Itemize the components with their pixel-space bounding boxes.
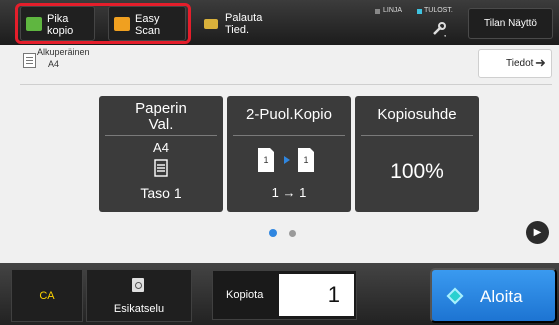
details-button[interactable]: Tiedot ➜ [478,49,552,78]
preview-icon [132,278,144,292]
copies-label: Kopiota [226,289,264,301]
copy-ratio-title: Kopiosuhde [377,106,457,123]
original-size: A4 [48,59,60,69]
copies-field[interactable]: Kopiota 1 [212,270,357,320]
line-status: LINJA [383,7,403,14]
divider [20,84,552,85]
original-document-icon [23,53,36,68]
start-icon [446,287,464,305]
tile-divider [361,135,473,136]
svg-text:1: 1 [303,155,308,165]
simplex-to-simplex-icon: 1 1 [258,148,314,172]
preview-button[interactable]: Esikatselu [86,269,192,322]
copy-ratio-value: 100% [390,160,444,183]
paper-size: A4 [153,140,169,155]
paper-tray-icon [154,159,168,177]
line-status-icon [375,9,380,14]
next-page-button[interactable]: ▶ [526,221,549,244]
retrieve-file-button[interactable]: Palauta Tied. [200,6,280,41]
duplex-mode: 1 → 1 [271,185,307,200]
paper-select-title: Paperin Val. [135,100,187,133]
clear-all-button[interactable]: CA [11,269,83,322]
wrench-icon[interactable] [431,21,447,37]
folder-icon [204,19,218,29]
svg-text:1: 1 [263,155,268,165]
duplex-copy-tile[interactable]: 2-Puol.Kopio 1 1 1 → 1 [227,96,351,212]
print-status-icon [417,9,422,14]
copy-screen: Pika kopio Easy Scan Palauta Tied. LINJA… [0,0,559,325]
details-label: Tiedot [506,58,534,69]
tile-divider [233,135,345,136]
page-dot[interactable] [289,230,296,237]
preview-label: Esikatselu [113,303,165,315]
arrow-right-icon: ➜ [535,55,546,70]
duplex-copy-title: 2-Puol.Kopio [246,106,332,123]
paper-tray: Taso 1 [140,185,182,201]
paper-select-tile[interactable]: Paperin Val. A4 Taso 1 [99,96,223,212]
tile-divider [105,135,217,136]
status-screen-button[interactable]: Tilan Näyttö [468,8,553,39]
highlight-frame [15,3,191,44]
print-status: TULOST. [424,7,453,14]
copy-ratio-tile[interactable]: Kopiosuhde 100% [355,96,479,212]
original-label: Alkuperäinen [37,47,90,57]
copies-input[interactable]: 1 [279,274,354,316]
retrieve-file-label: Palauta Tied. [225,12,263,36]
page-dot-active[interactable] [269,229,277,237]
start-button[interactable]: Aloita [430,268,557,323]
start-label: Aloita [480,287,523,306]
